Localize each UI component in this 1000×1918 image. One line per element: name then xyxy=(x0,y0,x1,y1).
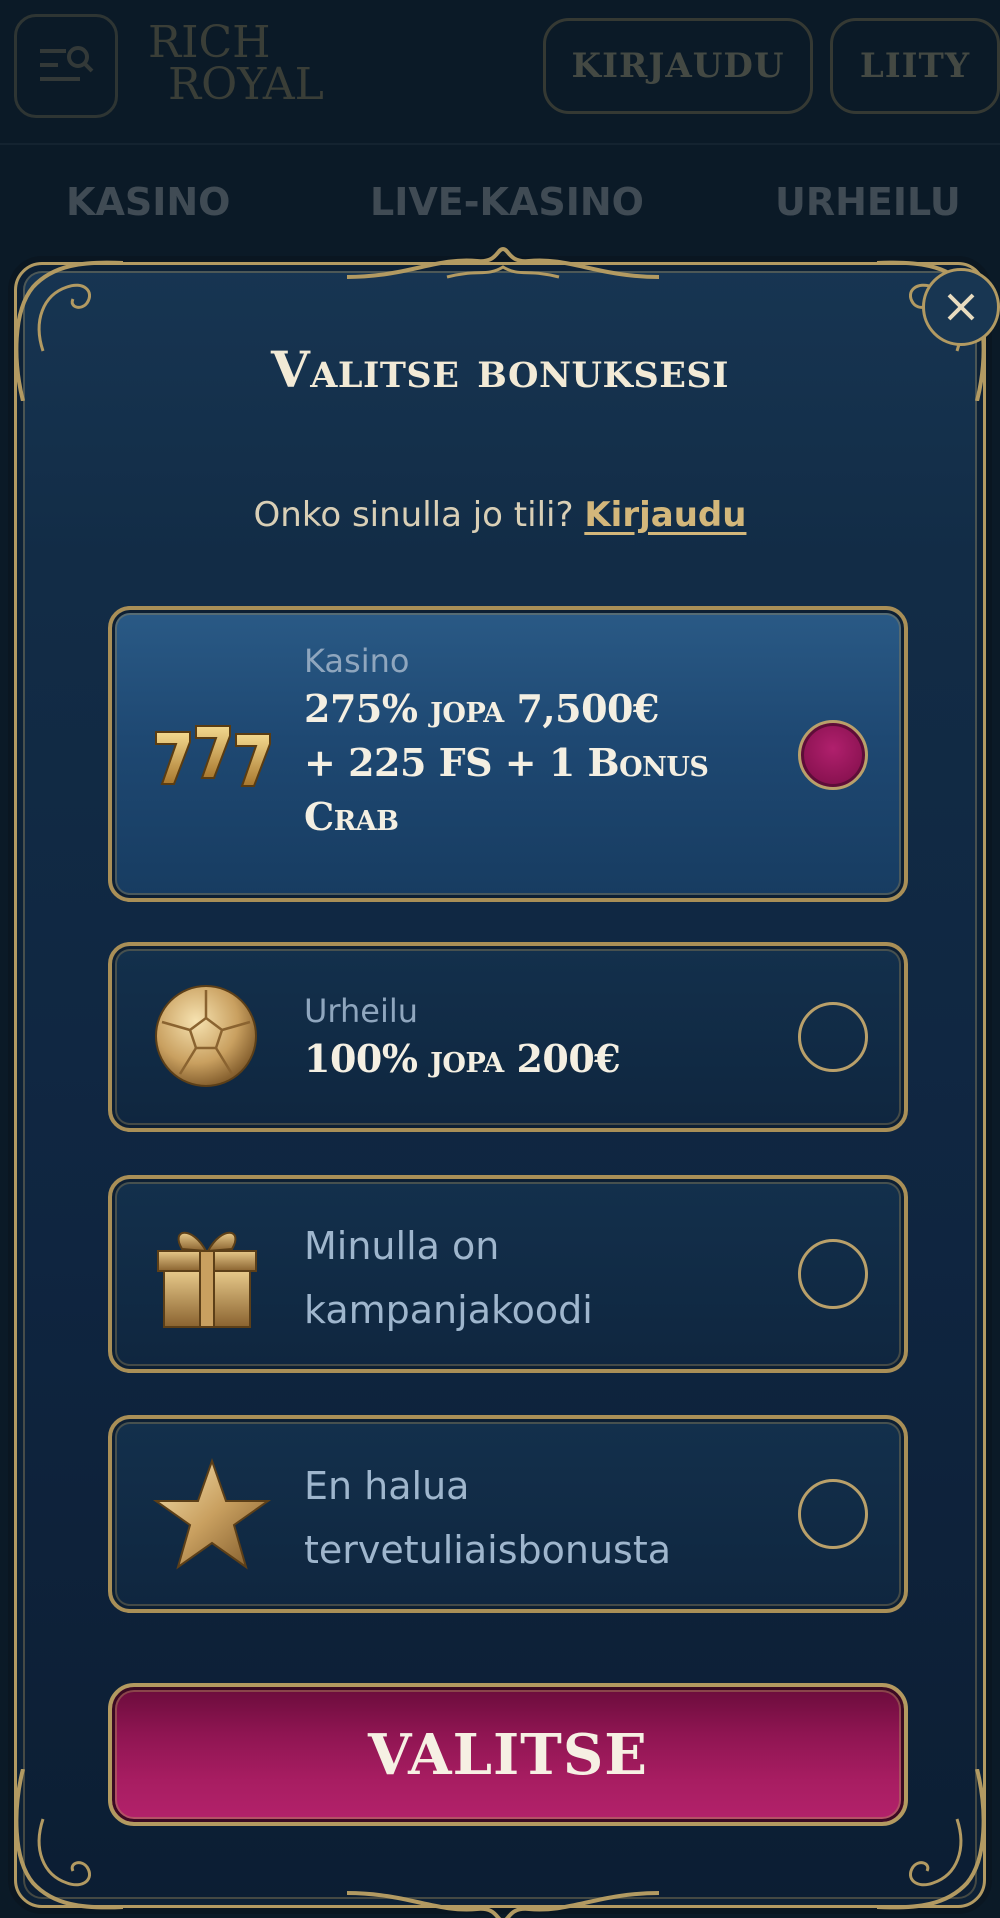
nav-item-live-kasino[interactable]: LIVE-KASINO xyxy=(370,180,644,224)
slot-777-icon xyxy=(155,725,271,787)
radio-promo-code[interactable] xyxy=(798,1239,868,1309)
login-prompt-text: Onko sinulla jo tili? xyxy=(253,495,574,535)
close-button[interactable] xyxy=(922,268,1000,346)
radio-urheilu[interactable] xyxy=(798,1002,868,1072)
submit-button[interactable]: VALITSE xyxy=(108,1683,908,1826)
radio-no-bonus[interactable] xyxy=(798,1479,868,1549)
bonus-option-promo-code-text: Minulla on kampanjakoodi xyxy=(304,1214,593,1342)
logo-line2: ROYAL xyxy=(168,59,324,110)
login-link[interactable]: Kirjaudu xyxy=(584,495,746,535)
star-icon xyxy=(152,1457,272,1570)
main-nav: KASINO LIVE-KASINO URHEILU xyxy=(0,180,1000,240)
header-login-button[interactable]: KIRJAUDU xyxy=(543,18,813,114)
football-icon xyxy=(155,985,257,1087)
radio-kasino[interactable] xyxy=(798,720,868,790)
option-category: Urheilu xyxy=(304,992,419,1030)
menu-button[interactable] xyxy=(14,14,118,118)
bonus-option-kasino[interactable]: Kasino 275% jopa 7,500€ + 225 FS + 1 Bon… xyxy=(108,606,908,902)
bonus-option-kasino-text: Kasino 275% jopa 7,500€ + 225 FS + 1 Bon… xyxy=(304,640,709,844)
option-label-line2: kampanjakoodi xyxy=(304,1288,593,1332)
option-category: Kasino xyxy=(304,642,410,680)
bonus-option-promo-code[interactable]: Minulla on kampanjakoodi xyxy=(108,1175,908,1373)
nav-item-kasino[interactable]: KASINO xyxy=(66,180,230,224)
header-join-button[interactable]: LIITY xyxy=(830,18,1000,114)
option-offer-line3: Crab xyxy=(304,794,399,839)
login-prompt: Onko sinulla jo tili? Kirjaudu xyxy=(0,495,1000,535)
option-offer-line2: + 225 FS + 1 Bonus xyxy=(304,740,709,785)
bonus-option-urheilu[interactable]: Urheilu 100% jopa 200€ xyxy=(108,942,908,1132)
option-offer-line1: 100% jopa 200€ xyxy=(304,1036,621,1081)
option-label-line2: tervetuliaisbonusta xyxy=(304,1528,672,1572)
close-icon xyxy=(947,293,975,321)
logo[interactable]: RICH ROYAL xyxy=(148,17,348,112)
menu-search-icon xyxy=(40,46,94,81)
bonus-option-urheilu-text: Urheilu 100% jopa 200€ xyxy=(304,990,621,1086)
bonus-option-no-bonus-text: En halua tervetuliaisbonusta xyxy=(304,1454,671,1582)
bonus-option-no-bonus[interactable]: En halua tervetuliaisbonusta xyxy=(108,1415,908,1613)
option-offer-line1: 275% jopa 7,500€ xyxy=(304,686,659,731)
gift-icon xyxy=(157,1231,257,1328)
top-bar: RICH ROYAL KIRJAUDU LIITY xyxy=(0,0,1000,145)
option-label-line1: Minulla on xyxy=(304,1224,500,1268)
modal-title: Valitse bonuksesi xyxy=(270,340,730,399)
option-label-line1: En halua xyxy=(304,1464,470,1508)
ornament-corner-bottom-left xyxy=(14,1769,123,1910)
nav-item-urheilu[interactable]: URHEILU xyxy=(775,180,961,224)
logo-line1: RICH xyxy=(148,17,271,68)
